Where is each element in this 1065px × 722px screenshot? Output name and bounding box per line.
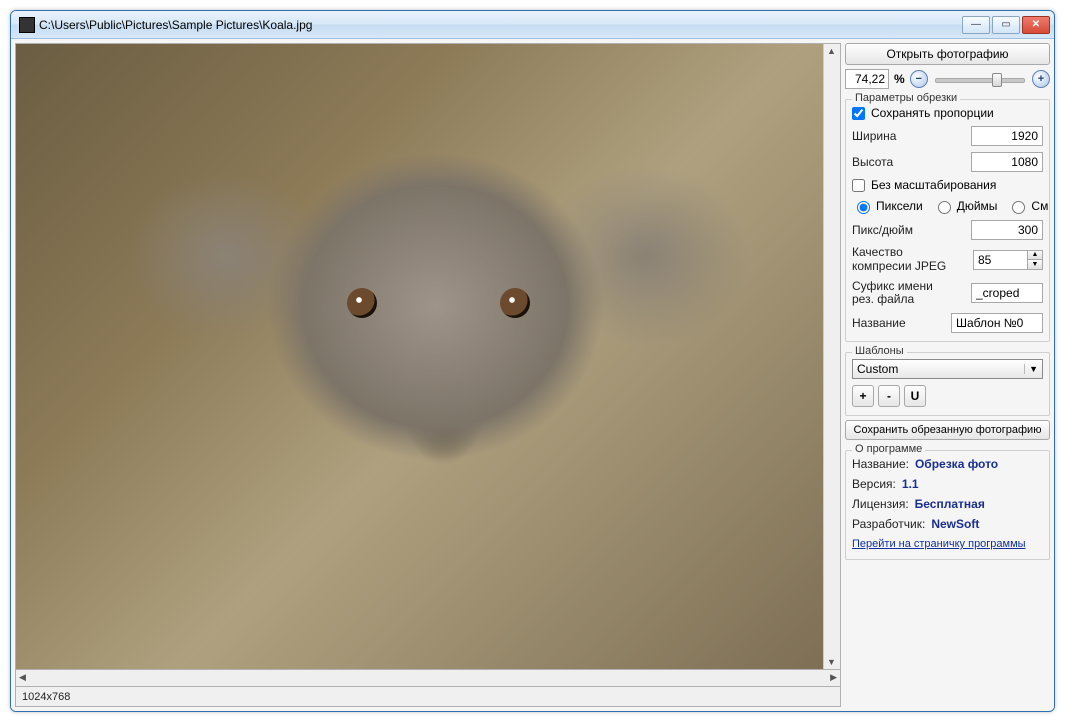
horizontal-scrollbar[interactable] (15, 670, 841, 687)
crop-group: Параметры обрезки Сохранять пропорции Ши… (845, 99, 1050, 342)
suffix-field[interactable] (971, 283, 1043, 303)
zoom-value-field[interactable]: 74,22 (845, 69, 889, 89)
crop-legend: Параметры обрезки (852, 92, 960, 104)
about-license-label: Лицензия: (852, 497, 909, 511)
open-photo-button[interactable]: Открыть фотографию (845, 43, 1050, 65)
minimize-button[interactable]: — (962, 16, 990, 34)
no-scaling-input[interactable] (852, 179, 865, 192)
unit-radio-group: Пиксели Дюймы См (852, 198, 1043, 214)
about-legend: О программе (852, 443, 925, 455)
spin-down-icon[interactable]: ▼ (1028, 260, 1042, 269)
about-version-label: Версия: (852, 477, 896, 491)
unit-cm-radio[interactable]: См (1007, 198, 1048, 214)
app-icon (19, 17, 35, 33)
jpeg-quality-label: Качество компресии JPEG (852, 246, 957, 274)
templates-combo[interactable]: Custom ▼ (852, 359, 1043, 379)
zoom-out-button[interactable]: − (910, 70, 928, 88)
unit-inches-radio[interactable]: Дюймы (933, 198, 998, 214)
template-name-label: Название (852, 316, 906, 330)
about-dev-label: Разработчик: (852, 517, 925, 531)
side-panel: Открыть фотографию 74,22 % − + Параметры… (845, 43, 1050, 707)
spin-up-icon[interactable]: ▲ (1028, 251, 1042, 260)
height-field[interactable] (971, 152, 1043, 172)
about-group: О программе Название:Обрезка фото Версия… (845, 450, 1050, 560)
ppi-field[interactable] (971, 220, 1043, 240)
client-area: 1024x768 Открыть фотографию 74,22 % − + … (11, 39, 1054, 711)
width-label: Ширина (852, 129, 896, 143)
about-name-label: Название: (852, 457, 909, 471)
photo-content (16, 44, 823, 669)
about-version-value: 1.1 (902, 477, 919, 491)
image-pane: 1024x768 (15, 43, 841, 707)
templates-legend: Шаблоны (852, 345, 907, 357)
image-viewport[interactable] (15, 43, 841, 670)
vertical-scrollbar[interactable] (823, 44, 840, 669)
zoom-slider[interactable] (931, 70, 1029, 88)
about-name-value: Обрезка фото (915, 457, 998, 471)
titlebar[interactable]: C:\Users\Public\Pictures\Sample Pictures… (11, 11, 1054, 39)
about-license-value: Бесплатная (915, 497, 985, 511)
zoom-controls: 74,22 % − + (845, 69, 1050, 89)
photo-content (500, 288, 530, 318)
no-scaling-checkbox[interactable]: Без масштабирования (852, 178, 1043, 192)
status-dimensions: 1024x768 (22, 691, 70, 703)
templates-selected: Custom (857, 362, 898, 376)
chevron-down-icon: ▼ (1024, 364, 1038, 374)
about-homepage-link[interactable]: Перейти на страничку программы (852, 537, 1043, 551)
image-canvas[interactable] (16, 44, 823, 669)
unit-pixels-radio[interactable]: Пиксели (852, 198, 923, 214)
zoom-in-button[interactable]: + (1032, 70, 1050, 88)
template-remove-button[interactable]: - (878, 385, 900, 407)
jpeg-quality-field[interactable] (973, 250, 1027, 270)
ppi-label: Пикс/дюйм (852, 223, 913, 237)
templates-group: Шаблоны Custom ▼ + - U (845, 352, 1050, 416)
template-update-button[interactable]: U (904, 385, 926, 407)
keep-ratio-checkbox[interactable]: Сохранять пропорции (852, 106, 1043, 120)
template-name-field[interactable] (951, 313, 1043, 333)
about-dev-value: NewSoft (931, 517, 979, 531)
window-title: C:\Users\Public\Pictures\Sample Pictures… (39, 18, 962, 32)
percent-label: % (892, 72, 907, 86)
photo-content (347, 288, 377, 318)
jpeg-quality-spinner[interactable]: ▲ ▼ (973, 250, 1043, 270)
save-cropped-button[interactable]: Сохранить обрезанную фотографию (845, 420, 1050, 440)
maximize-button[interactable]: ▭ (992, 16, 1020, 34)
keep-ratio-label: Сохранять пропорции (871, 106, 994, 120)
width-field[interactable] (971, 126, 1043, 146)
template-add-button[interactable]: + (852, 385, 874, 407)
zoom-slider-thumb[interactable] (992, 73, 1002, 87)
close-button[interactable]: ✕ (1022, 16, 1050, 34)
app-window: C:\Users\Public\Pictures\Sample Pictures… (10, 10, 1055, 712)
no-scaling-label: Без масштабирования (871, 178, 996, 192)
keep-ratio-input[interactable] (852, 107, 865, 120)
height-label: Высота (852, 155, 893, 169)
statusbar: 1024x768 (15, 687, 841, 707)
suffix-label: Суфикс имени рез. файла (852, 280, 957, 308)
